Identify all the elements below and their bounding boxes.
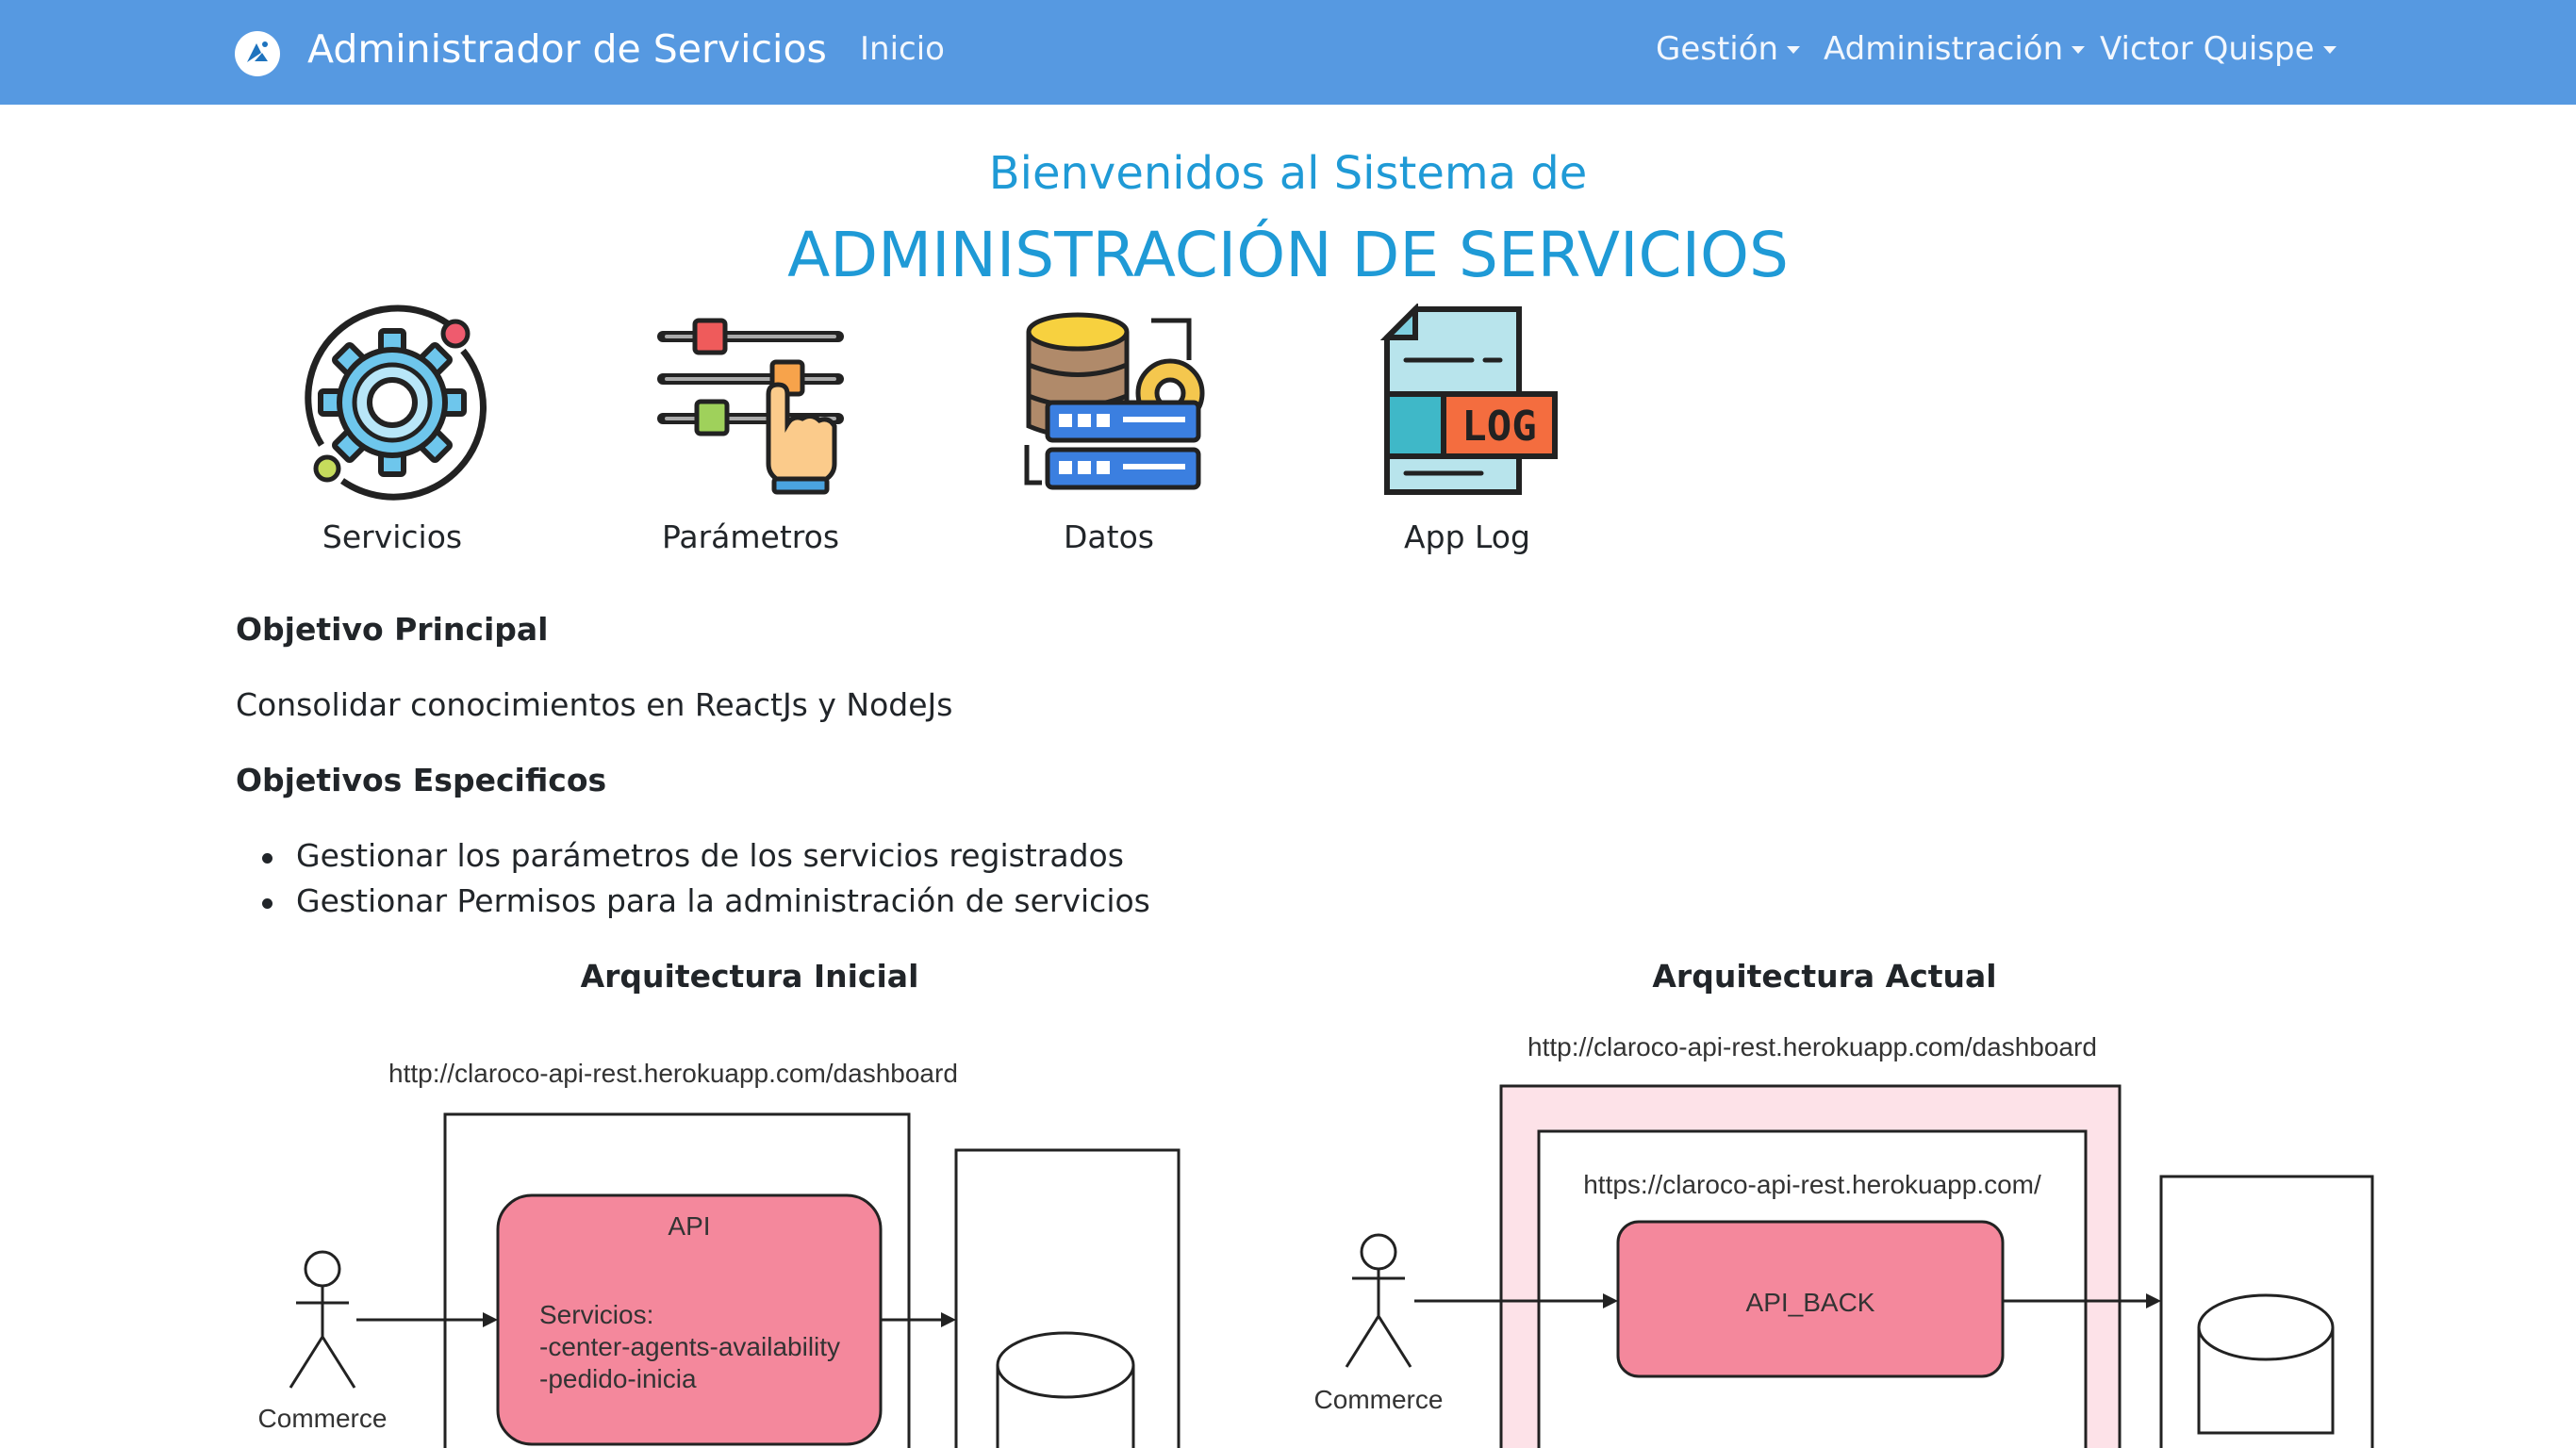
- tile-servicios[interactable]: Servicios: [213, 304, 571, 568]
- gear-orbit-icon: [305, 304, 487, 501]
- actor-icon: [289, 1250, 356, 1389]
- bullet-icon: [262, 853, 272, 864]
- actor-label: Commerce: [258, 1404, 388, 1433]
- specific-objectives-list: Gestionar los parámetros de los servicio…: [262, 837, 1150, 928]
- api-label: API: [668, 1211, 710, 1241]
- sliders-hand-icon: [657, 318, 844, 495]
- specific-objectives-heading: Objetivos Especificos: [236, 762, 607, 798]
- architecture-current-title: Arquitectura Actual: [1652, 958, 1997, 995]
- list-item-text: Gestionar Permisos para la administració…: [296, 882, 1150, 919]
- welcome-title: ADMINISTRACIÓN DE SERVICIOS: [787, 219, 1789, 291]
- nav-user-label: Victor Quispe: [2100, 30, 2315, 68]
- services-line: -pedido-inicia: [539, 1364, 697, 1393]
- tile-datos[interactable]: Datos: [930, 304, 1288, 568]
- nav-dropdown-administracion[interactable]: Administración: [1824, 30, 2086, 68]
- list-item: Gestionar los parámetros de los servicio…: [262, 837, 1150, 882]
- caret-down-icon: [1787, 46, 1801, 54]
- top-navbar: Administrador de Servicios Inicio Gestió…: [0, 0, 2576, 105]
- nav-administracion-label: Administración: [1824, 30, 2064, 68]
- log-file-icon: LOG: [1379, 304, 1558, 495]
- welcome-subtitle: Bienvenidos al Sistema de: [988, 147, 1588, 200]
- tile-label: Datos: [1064, 518, 1154, 555]
- caret-down-icon: [2072, 46, 2086, 54]
- list-item: Gestionar Permisos para la administració…: [262, 882, 1150, 928]
- api-back-label: API_BACK: [1746, 1288, 1875, 1317]
- nav-gestion-label: Gestión: [1656, 30, 1779, 68]
- actor-label: Commerce: [1314, 1385, 1444, 1414]
- nav-link-inicio[interactable]: Inicio: [860, 30, 945, 68]
- nav-link-inicio-label: Inicio: [860, 30, 945, 68]
- nav-dropdown-gestion[interactable]: Gestión: [1656, 30, 1801, 68]
- brand-logo-icon[interactable]: [234, 30, 281, 77]
- architecture-initial-diagram: http://claroco-api-rest.herokuapp.com/da…: [258, 1059, 1181, 1448]
- tile-label: Servicios: [322, 518, 463, 555]
- actor-icon: [1345, 1233, 1412, 1368]
- diagram-url-label: http://claroco-api-rest.herokuapp.com/da…: [388, 1059, 958, 1088]
- services-line: Servicios:: [539, 1300, 653, 1329]
- architecture-current-diagram: http://claroco-api-rest.herokuapp.com/da…: [1314, 1032, 2374, 1448]
- tile-parametros[interactable]: Parámetros: [571, 304, 930, 568]
- objective-heading: Objetivo Principal: [236, 611, 549, 648]
- database-server-icon: [1024, 312, 1205, 490]
- inner-url-label: https://claroco-api-rest.herokuapp.com/: [1583, 1170, 2041, 1199]
- nav-dropdown-user[interactable]: Victor Quispe: [2100, 30, 2337, 68]
- tile-label: Parámetros: [661, 518, 840, 555]
- caret-down-icon: [2322, 46, 2337, 54]
- diagram-url-label: http://claroco-api-rest.herokuapp.com/da…: [1527, 1032, 2097, 1061]
- brand-title[interactable]: Administrador de Servicios: [307, 26, 827, 72]
- svg-text:LOG: LOG: [1461, 403, 1536, 451]
- tile-app-log[interactable]: LOG App Log: [1288, 304, 1646, 568]
- database-cylinder-icon: [2197, 1293, 2335, 1435]
- bullet-icon: [262, 898, 272, 909]
- services-line: -center-agents-availability: [539, 1332, 840, 1361]
- list-item-text: Gestionar los parámetros de los servicio…: [296, 837, 1124, 874]
- architecture-initial-title: Arquitectura Inicial: [580, 958, 919, 995]
- tile-label: App Log: [1404, 518, 1530, 555]
- database-cylinder-icon: [996, 1331, 1135, 1448]
- objective-text: Consolidar conocimientos en ReactJs y No…: [236, 686, 953, 723]
